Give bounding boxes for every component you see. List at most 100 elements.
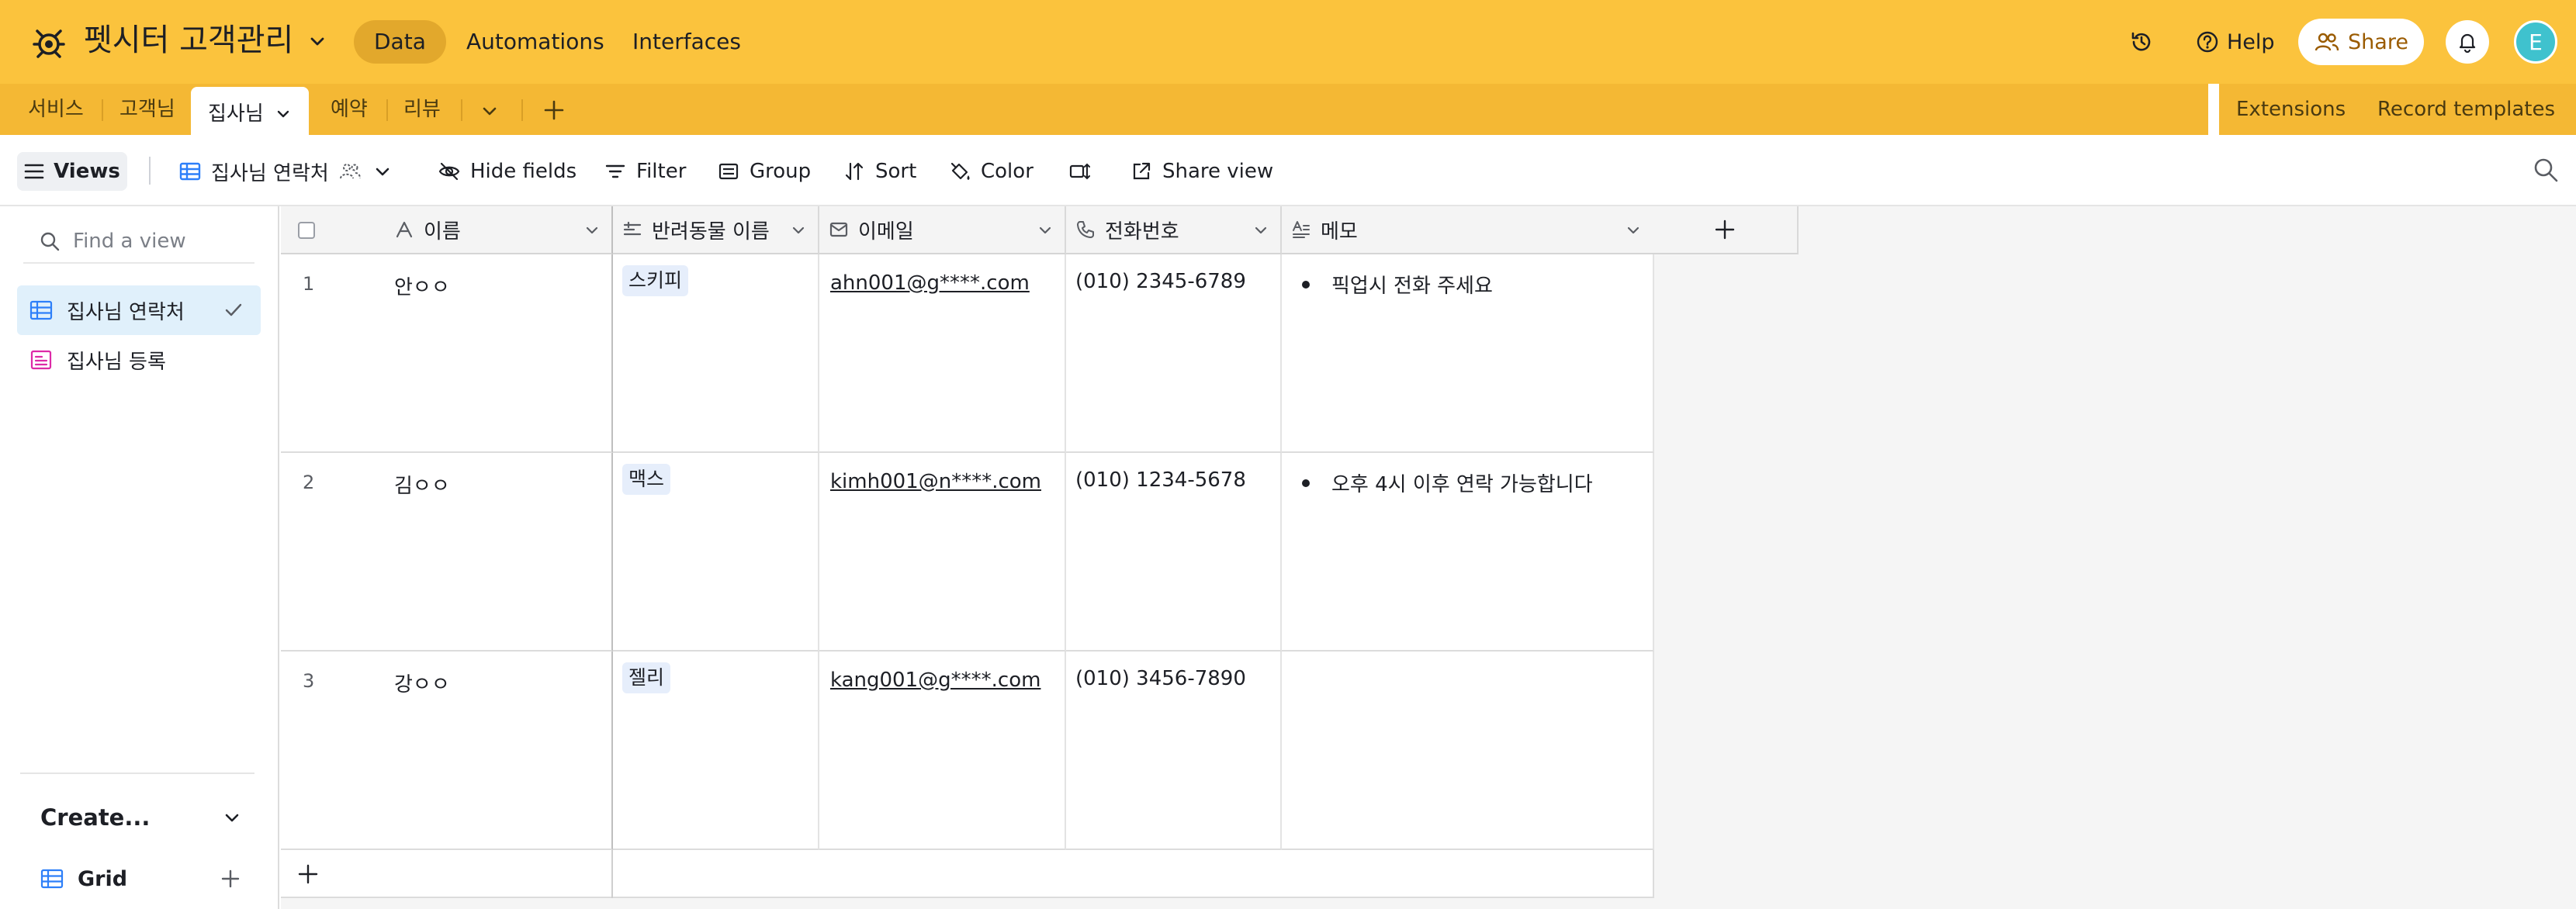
notifications-button[interactable] [2446,20,2489,64]
memo-text: 픽업시 전화 주세요 [1331,275,1493,298]
column-header-email[interactable]: 이메일 [819,206,1066,254]
cell-name[interactable]: 김ㅇㅇ [394,470,450,499]
share-button[interactable]: Share [2298,19,2424,65]
sort-label: Sort [875,160,917,183]
cell-email[interactable]: ahn001@g****.com [819,254,1066,453]
paint-bucket-icon [950,162,970,180]
bell-icon [2459,33,2476,53]
nav-automations[interactable]: Automations [446,20,625,64]
cell-phone[interactable]: (010) 3456-7890 [1066,652,1282,850]
help-button[interactable]: Help [2196,26,2275,57]
email-link[interactable]: kang001@g****.com [830,669,1040,692]
find-view-input[interactable] [73,230,244,253]
current-view-button[interactable]: 집사님 연락처 [178,154,394,189]
grid-view-icon [29,300,53,320]
memo-bullet: 오후 4시 이후 연락 가능합니다 [1302,468,1593,497]
plus-icon[interactable] [296,862,320,886]
sort-button[interactable]: Sort [843,154,916,189]
tab-owner[interactable]: 집사님 [191,87,309,141]
column-header-name[interactable]: 이름 [281,206,613,254]
linked-pet-chip[interactable]: 맥스 [622,464,671,495]
cell-name[interactable]: 강ㅇㅇ [394,669,450,697]
cell-memo[interactable] [1282,652,1654,850]
sidebar-view-owner-register[interactable]: 집사님 등록 [17,335,261,385]
cell-phone[interactable]: (010) 2345-6789 [1066,254,1282,453]
create-label: Create... [40,804,151,831]
table-row[interactable]: 1 안ㅇㅇ [281,254,613,453]
column-label: 이메일 [858,219,914,244]
cell-pet[interactable]: 스키피 [613,254,819,453]
tab-divider [521,99,523,121]
chevron-down-icon[interactable] [275,105,292,123]
tab-customer[interactable]: 고객님 [119,84,175,135]
column-header-pet-name[interactable]: 반려동물 이름 [613,206,819,254]
cell-memo[interactable]: 픽업시 전화 주세요 [1282,254,1654,453]
create-grid-view-button[interactable]: Grid [40,859,242,898]
phone-value: (010) 2345-6789 [1075,270,1246,293]
view-toolbar: Views 집사님 연락처 Hide fields Filter Group S… [0,135,2576,206]
create-view-toggle[interactable]: Create... [40,799,242,836]
cell-pet[interactable]: 젤리 [613,652,819,850]
views-toggle-button[interactable]: Views [17,152,127,191]
linked-pet-chip[interactable]: 젤리 [622,662,671,693]
cell-memo[interactable]: 오후 4시 이후 연락 가능합니다 [1282,453,1654,652]
search-icon[interactable] [2533,157,2559,183]
find-view-field[interactable] [23,220,254,264]
cell-name[interactable]: 안ㅇㅇ [394,271,450,300]
more-tables-chevron-icon[interactable] [480,101,500,121]
tab-service[interactable]: 서비스 [28,84,84,135]
tab-divider [102,99,103,121]
tab-divider [461,99,462,121]
column-header-memo[interactable]: 메모 [1282,206,1654,254]
plus-icon[interactable] [219,867,242,890]
table-row[interactable]: 2 김ㅇㅇ [281,453,613,652]
select-all-checkbox[interactable] [298,222,315,239]
chevron-down-icon[interactable] [1252,222,1269,239]
sidebar-view-owner-contacts[interactable]: 집사님 연락처 [17,285,261,335]
chevron-down-icon[interactable] [307,31,327,51]
phone-icon [1077,221,1094,238]
add-record-row[interactable] [281,850,1654,898]
add-table-plus-icon[interactable] [542,98,566,123]
cell-email[interactable]: kimh001@n****.com [819,453,1066,652]
phone-value: (010) 3456-7890 [1075,667,1246,690]
nav-interfaces[interactable]: Interfaces [612,20,761,64]
user-avatar[interactable]: E [2514,20,2557,64]
tab-review[interactable]: 리뷰 [403,84,441,135]
cell-pet[interactable]: 맥스 [613,453,819,652]
record-templates-button[interactable]: Record templates [2377,84,2555,135]
extensions-button[interactable]: Extensions [2236,84,2346,135]
tab-reservation[interactable]: 예약 [331,84,368,135]
column-header-phone[interactable]: 전화번호 [1066,206,1282,254]
column-label: 반려동물 이름 [652,219,770,244]
table-row[interactable]: 3 강ㅇㅇ [281,652,613,850]
chevron-down-icon[interactable] [371,160,394,183]
filter-label: Filter [636,160,687,183]
cell-phone[interactable]: (010) 1234-5678 [1066,453,1282,652]
group-button[interactable]: Group [717,154,811,189]
color-button[interactable]: Color [948,154,1034,189]
create-grid-label: Grid [78,866,128,891]
eye-off-icon [438,162,460,181]
history-icon[interactable] [2129,29,2154,54]
nav-data[interactable]: Data [354,20,446,64]
base-name[interactable]: 펫시터 고객관리 [84,19,293,62]
row-height-button[interactable] [1068,154,1091,189]
email-link[interactable]: ahn001@g****.com [830,271,1030,295]
chevron-down-icon[interactable] [1625,222,1642,239]
add-field-button[interactable] [1653,206,1799,254]
linked-pet-chip[interactable]: 스키피 [622,265,689,296]
tab-owner-label: 집사님 [208,102,264,126]
chevron-down-icon[interactable] [583,222,601,239]
chevron-down-icon[interactable] [790,222,807,239]
hide-fields-label: Hide fields [470,160,577,183]
cell-email[interactable]: kang001@g****.com [819,652,1066,850]
filter-button[interactable]: Filter [604,154,686,189]
chevron-down-icon[interactable] [1037,222,1054,239]
menu-icon [24,164,44,179]
memo-text: 오후 4시 이후 연락 가능합니다 [1331,473,1593,496]
share-view-label: Share view [1162,160,1274,183]
email-link[interactable]: kimh001@n****.com [830,470,1041,493]
hide-fields-button[interactable]: Hide fields [438,154,576,189]
share-view-button[interactable]: Share view [1130,154,1273,189]
